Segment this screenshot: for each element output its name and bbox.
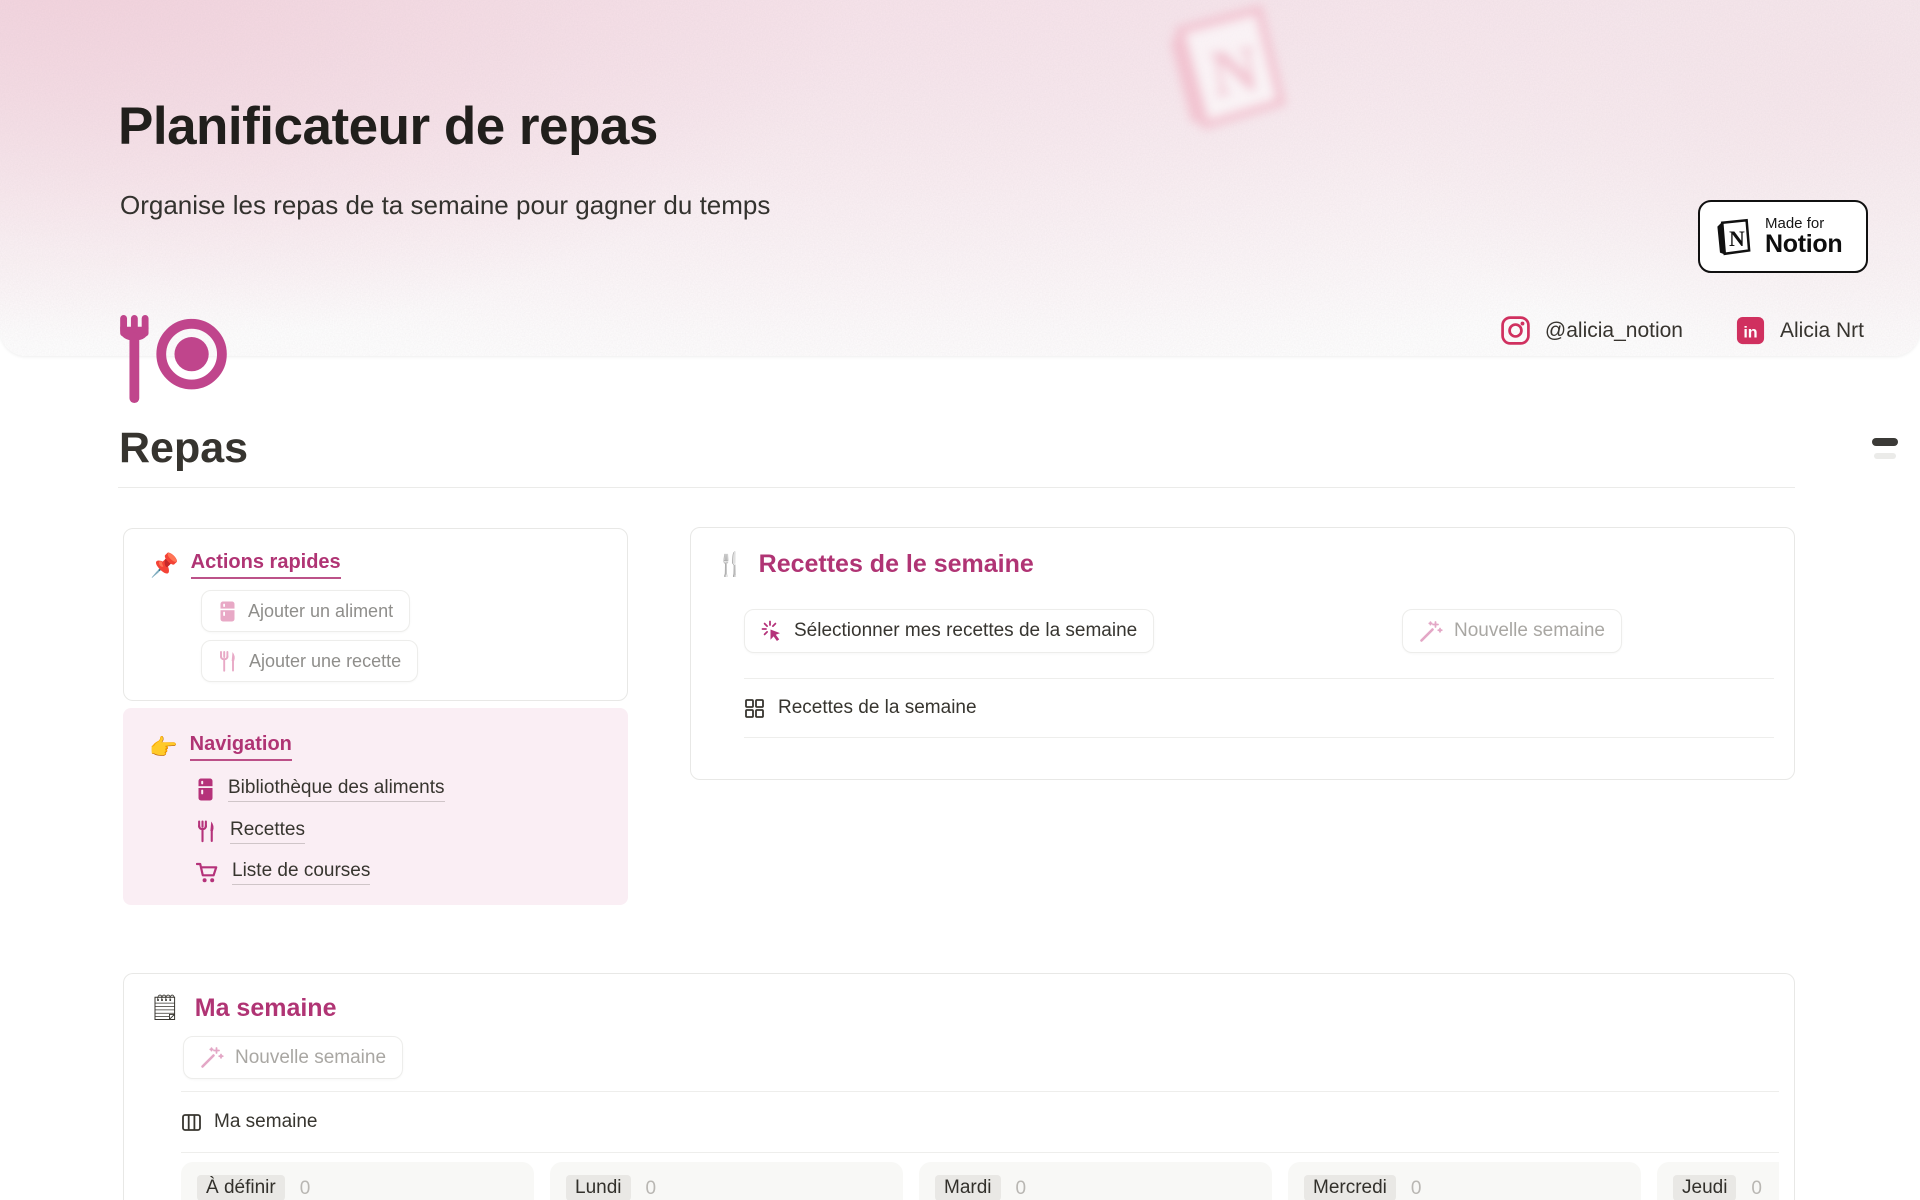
instagram-icon[interactable] (1500, 315, 1531, 346)
column-group-chip[interactable]: Mercredi (1304, 1175, 1396, 1200)
select-week-recipes-label: Sélectionner mes recettes de la semaine (794, 620, 1137, 642)
fridge-icon (218, 601, 237, 622)
nav-link-recipes[interactable]: Recettes (196, 819, 305, 844)
kanban-column-jeudi: Jeudi 0 (1657, 1162, 1779, 1200)
add-food-label: Ajouter un aliment (248, 601, 393, 622)
utensils-icon (196, 820, 217, 843)
new-week-label: Nouvelle semaine (235, 1047, 386, 1069)
magic-wand-icon (1419, 620, 1443, 643)
page-banner-subtitle: Organise les repas de ta semaine pour ga… (120, 190, 770, 221)
view-tab-week-recipes[interactable]: Recettes de la semaine (744, 678, 1774, 738)
fridge-icon (196, 778, 215, 801)
magic-wand-icon (200, 1046, 224, 1069)
my-week-title: Ma semaine (195, 994, 337, 1023)
navigation-title[interactable]: Navigation (190, 733, 292, 761)
navigation-card: 👉 Navigation Bibliothèque des aliments R… (123, 708, 628, 905)
pushpin-emoji-icon: 📌 (150, 552, 179, 579)
svg-text:N: N (1729, 227, 1745, 251)
kanban-column-mercredi: Mercredi 0 (1288, 1162, 1641, 1200)
svg-text:in: in (1743, 324, 1757, 342)
week-recipes-card: 🍴 Recettes de le semaine Sélectionner me… (690, 527, 1795, 780)
column-group-chip[interactable]: À définir (197, 1175, 285, 1200)
column-count: 0 (1411, 1175, 1422, 1200)
nav-link-label: Recettes (230, 819, 305, 844)
badge-notion-label: Notion (1765, 231, 1842, 257)
linkedin-icon[interactable]: in (1735, 315, 1766, 346)
week-recipes-title: Recettes de le semaine (759, 550, 1034, 579)
column-count: 0 (1016, 1175, 1027, 1200)
column-count: 0 (646, 1175, 657, 1200)
quick-actions-title[interactable]: Actions rapides (191, 551, 341, 579)
pointing-finger-emoji-icon: 👉 (149, 734, 178, 761)
nav-link-food-library[interactable]: Bibliothèque des aliments (196, 777, 445, 802)
fork-and-plate-page-icon[interactable] (119, 315, 227, 405)
page-title: Repas (119, 424, 248, 473)
new-week-button[interactable]: Nouvelle semaine (183, 1036, 403, 1079)
fork-knife-emoji-icon: 🍴 (716, 551, 745, 578)
notepad-emoji-icon: 🗒 (149, 994, 181, 1023)
column-count: 0 (1751, 1175, 1762, 1200)
add-recipe-label: Ajouter une recette (249, 651, 401, 672)
made-for-notion-badge[interactable]: N Made for Notion (1698, 200, 1868, 273)
page-cover-banner: N Planificateur de repas Organise les re… (0, 0, 1920, 356)
kanban-column-lundi: Lundi 0 (550, 1162, 903, 1200)
title-divider (118, 487, 1795, 488)
nav-link-label: Liste de courses (232, 860, 370, 885)
badge-made-for-label: Made for (1765, 216, 1842, 232)
quick-actions-card: 📌 Actions rapides Ajouter un aliment Ajo… (123, 528, 628, 701)
nav-link-label: Bibliothèque des aliments (228, 777, 445, 802)
add-food-button[interactable]: Ajouter un aliment (201, 590, 410, 632)
notion-cube-icon: N (1713, 215, 1755, 259)
divider-drag-handle-shadow (1874, 453, 1896, 459)
view-tab-label: Ma semaine (214, 1111, 318, 1133)
view-tab-my-week[interactable]: Ma semaine (181, 1091, 1779, 1153)
shopping-cart-icon (196, 862, 219, 884)
column-count: 0 (300, 1175, 311, 1200)
instagram-handle[interactable]: @alicia_notion (1545, 319, 1683, 343)
view-tab-label: Recettes de la semaine (778, 697, 977, 719)
kanban-column-a-definir: À définir 0 (181, 1162, 534, 1200)
notion-logo-watermark: N (1142, 0, 1311, 148)
select-week-recipes-button[interactable]: Sélectionner mes recettes de la semaine (744, 609, 1154, 653)
page-banner-title: Planificateur de repas (118, 96, 658, 157)
divider-drag-handle[interactable] (1872, 438, 1898, 446)
new-week-label: Nouvelle semaine (1454, 620, 1605, 642)
noise-texture (0, 0, 1920, 356)
gallery-view-icon (744, 698, 765, 719)
board-view-icon (181, 1112, 202, 1133)
kanban-board: À définir 0 Lundi 0 Mardi 0 Mercredi 0 J… (181, 1162, 1779, 1200)
add-recipe-button[interactable]: Ajouter une recette (201, 640, 418, 682)
column-group-chip[interactable]: Mardi (935, 1175, 1001, 1200)
my-week-card: 🗒 Ma semaine Nouvelle semaine Ma semaine… (123, 973, 1795, 1200)
nav-link-shopping-list[interactable]: Liste de courses (196, 860, 370, 885)
new-week-button[interactable]: Nouvelle semaine (1402, 609, 1622, 653)
utensils-icon (218, 651, 238, 672)
column-group-chip[interactable]: Lundi (566, 1175, 631, 1200)
linkedin-name[interactable]: Alicia Nrt (1780, 319, 1864, 343)
social-links: @alicia_notion in Alicia Nrt (1500, 315, 1864, 346)
column-group-chip[interactable]: Jeudi (1673, 1175, 1736, 1200)
kanban-column-mardi: Mardi 0 (919, 1162, 1272, 1200)
cursor-click-icon (761, 620, 783, 642)
